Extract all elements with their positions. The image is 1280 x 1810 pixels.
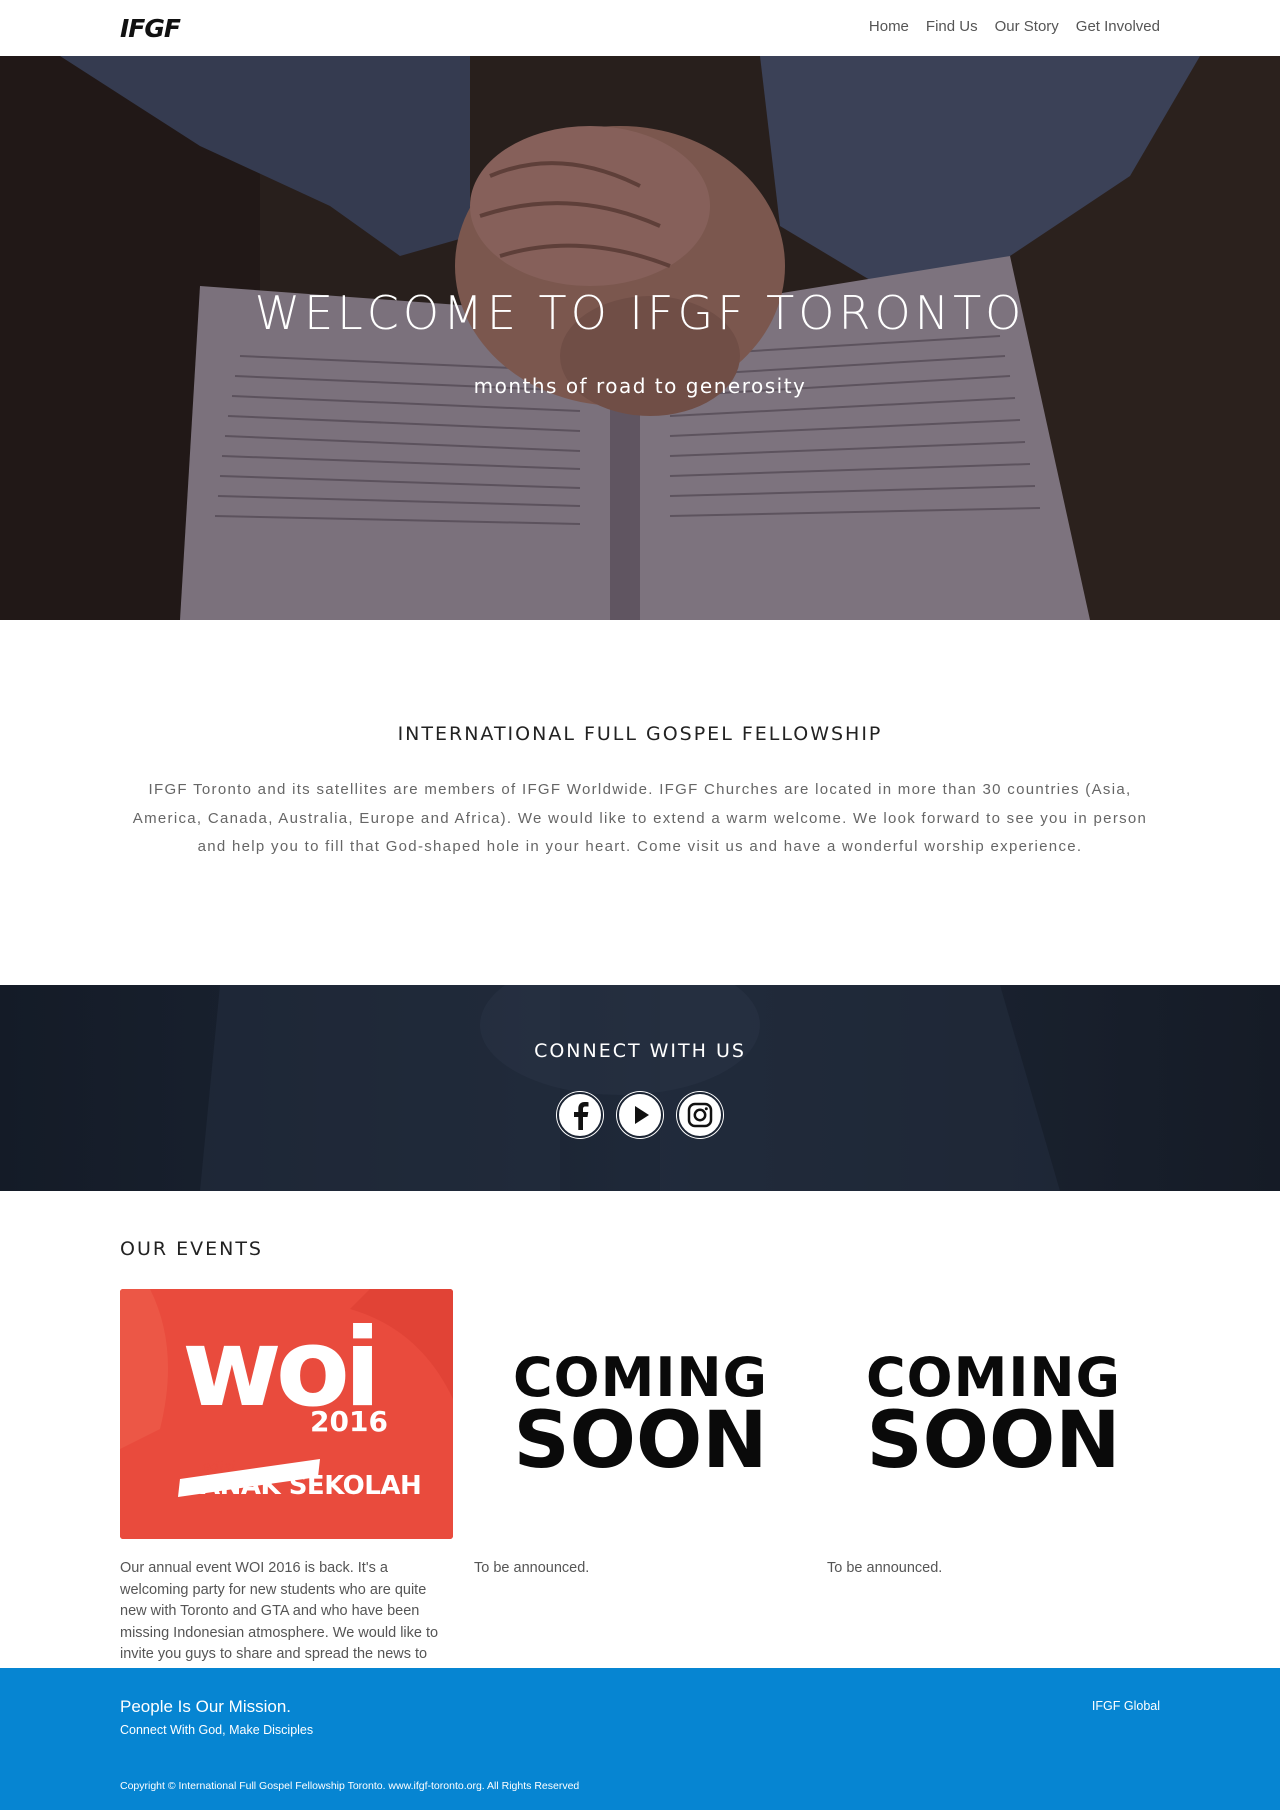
event-card-coming-soon-1[interactable]: COMING SOON To be announced. bbox=[474, 1289, 807, 1580]
event-card-coming-soon-2[interactable]: COMING SOON To be announced. bbox=[827, 1289, 1160, 1580]
nav-link-find-us[interactable]: Find Us bbox=[926, 18, 978, 35]
events-section: OUR EVENTS woi 2016 edisi ANAK SEKOLAH O… bbox=[0, 1191, 1280, 1668]
ifgf-logo[interactable]: IFGF bbox=[120, 14, 181, 43]
woi-subtitle: ANAK SEKOLAH bbox=[200, 1471, 422, 1501]
social-links bbox=[557, 1092, 723, 1138]
woi-2016-image[interactable]: woi 2016 edisi ANAK SEKOLAH bbox=[120, 1289, 453, 1539]
instagram-icon[interactable] bbox=[677, 1092, 723, 1138]
hero-subtitle: months of road to generosity bbox=[473, 374, 807, 398]
about-body: IFGF Toronto and its satellites are memb… bbox=[132, 781, 1148, 855]
coming-soon-image[interactable]: COMING SOON bbox=[474, 1289, 807, 1539]
footer-copyright: Copyright © International Full Gospel Fe… bbox=[120, 1780, 580, 1792]
coming-soon-image[interactable]: COMING SOON bbox=[827, 1289, 1160, 1539]
nav-links: Home Find Us Our Story Get Involved bbox=[869, 18, 1160, 35]
facebook-icon[interactable] bbox=[557, 1092, 603, 1138]
event-description: To be announced. bbox=[827, 1560, 943, 1576]
hero-title: WELCOME TO IFGF TORONTO bbox=[254, 286, 1026, 340]
soon-text: SOON bbox=[866, 1396, 1121, 1486]
soon-text: SOON bbox=[513, 1396, 768, 1486]
connect-heading: CONNECT WITH US bbox=[534, 1040, 746, 1062]
footer-mission: People Is Our Mission. bbox=[120, 1697, 292, 1716]
nav-link-get-involved[interactable]: Get Involved bbox=[1076, 18, 1160, 35]
footer-tagline: Connect With God, Make Disciples bbox=[120, 1723, 314, 1737]
youtube-icon[interactable] bbox=[617, 1092, 663, 1138]
hero-banner: WELCOME TO IFGF TORONTO months of road t… bbox=[0, 56, 1280, 620]
event-card-woi[interactable]: woi 2016 edisi ANAK SEKOLAH Our annual e… bbox=[120, 1289, 453, 1666]
footer-ifgf-global-link[interactable]: IFGF Global bbox=[1092, 1699, 1160, 1713]
connect-background-image bbox=[200, 985, 1060, 1191]
about-heading: INTERNATIONAL FULL GOSPEL FELLOWSHIP bbox=[397, 723, 883, 745]
nav-link-our-story[interactable]: Our Story bbox=[995, 18, 1059, 35]
connect-section: CONNECT WITH US bbox=[0, 985, 1280, 1191]
footer: People Is Our Mission. Connect With God,… bbox=[0, 1668, 1280, 1810]
woi-year: 2016 bbox=[310, 1405, 388, 1438]
top-nav: IFGF Home Find Us Our Story Get Involved bbox=[0, 0, 1280, 56]
nav-link-home[interactable]: Home bbox=[869, 18, 909, 35]
event-description: Our annual event WOI 2016 is back. It's … bbox=[120, 1560, 439, 1662]
events-heading: OUR EVENTS bbox=[120, 1238, 263, 1260]
about-section: INTERNATIONAL FULL GOSPEL FELLOWSHIP IFG… bbox=[0, 620, 1280, 985]
event-description: To be announced. bbox=[474, 1560, 590, 1576]
